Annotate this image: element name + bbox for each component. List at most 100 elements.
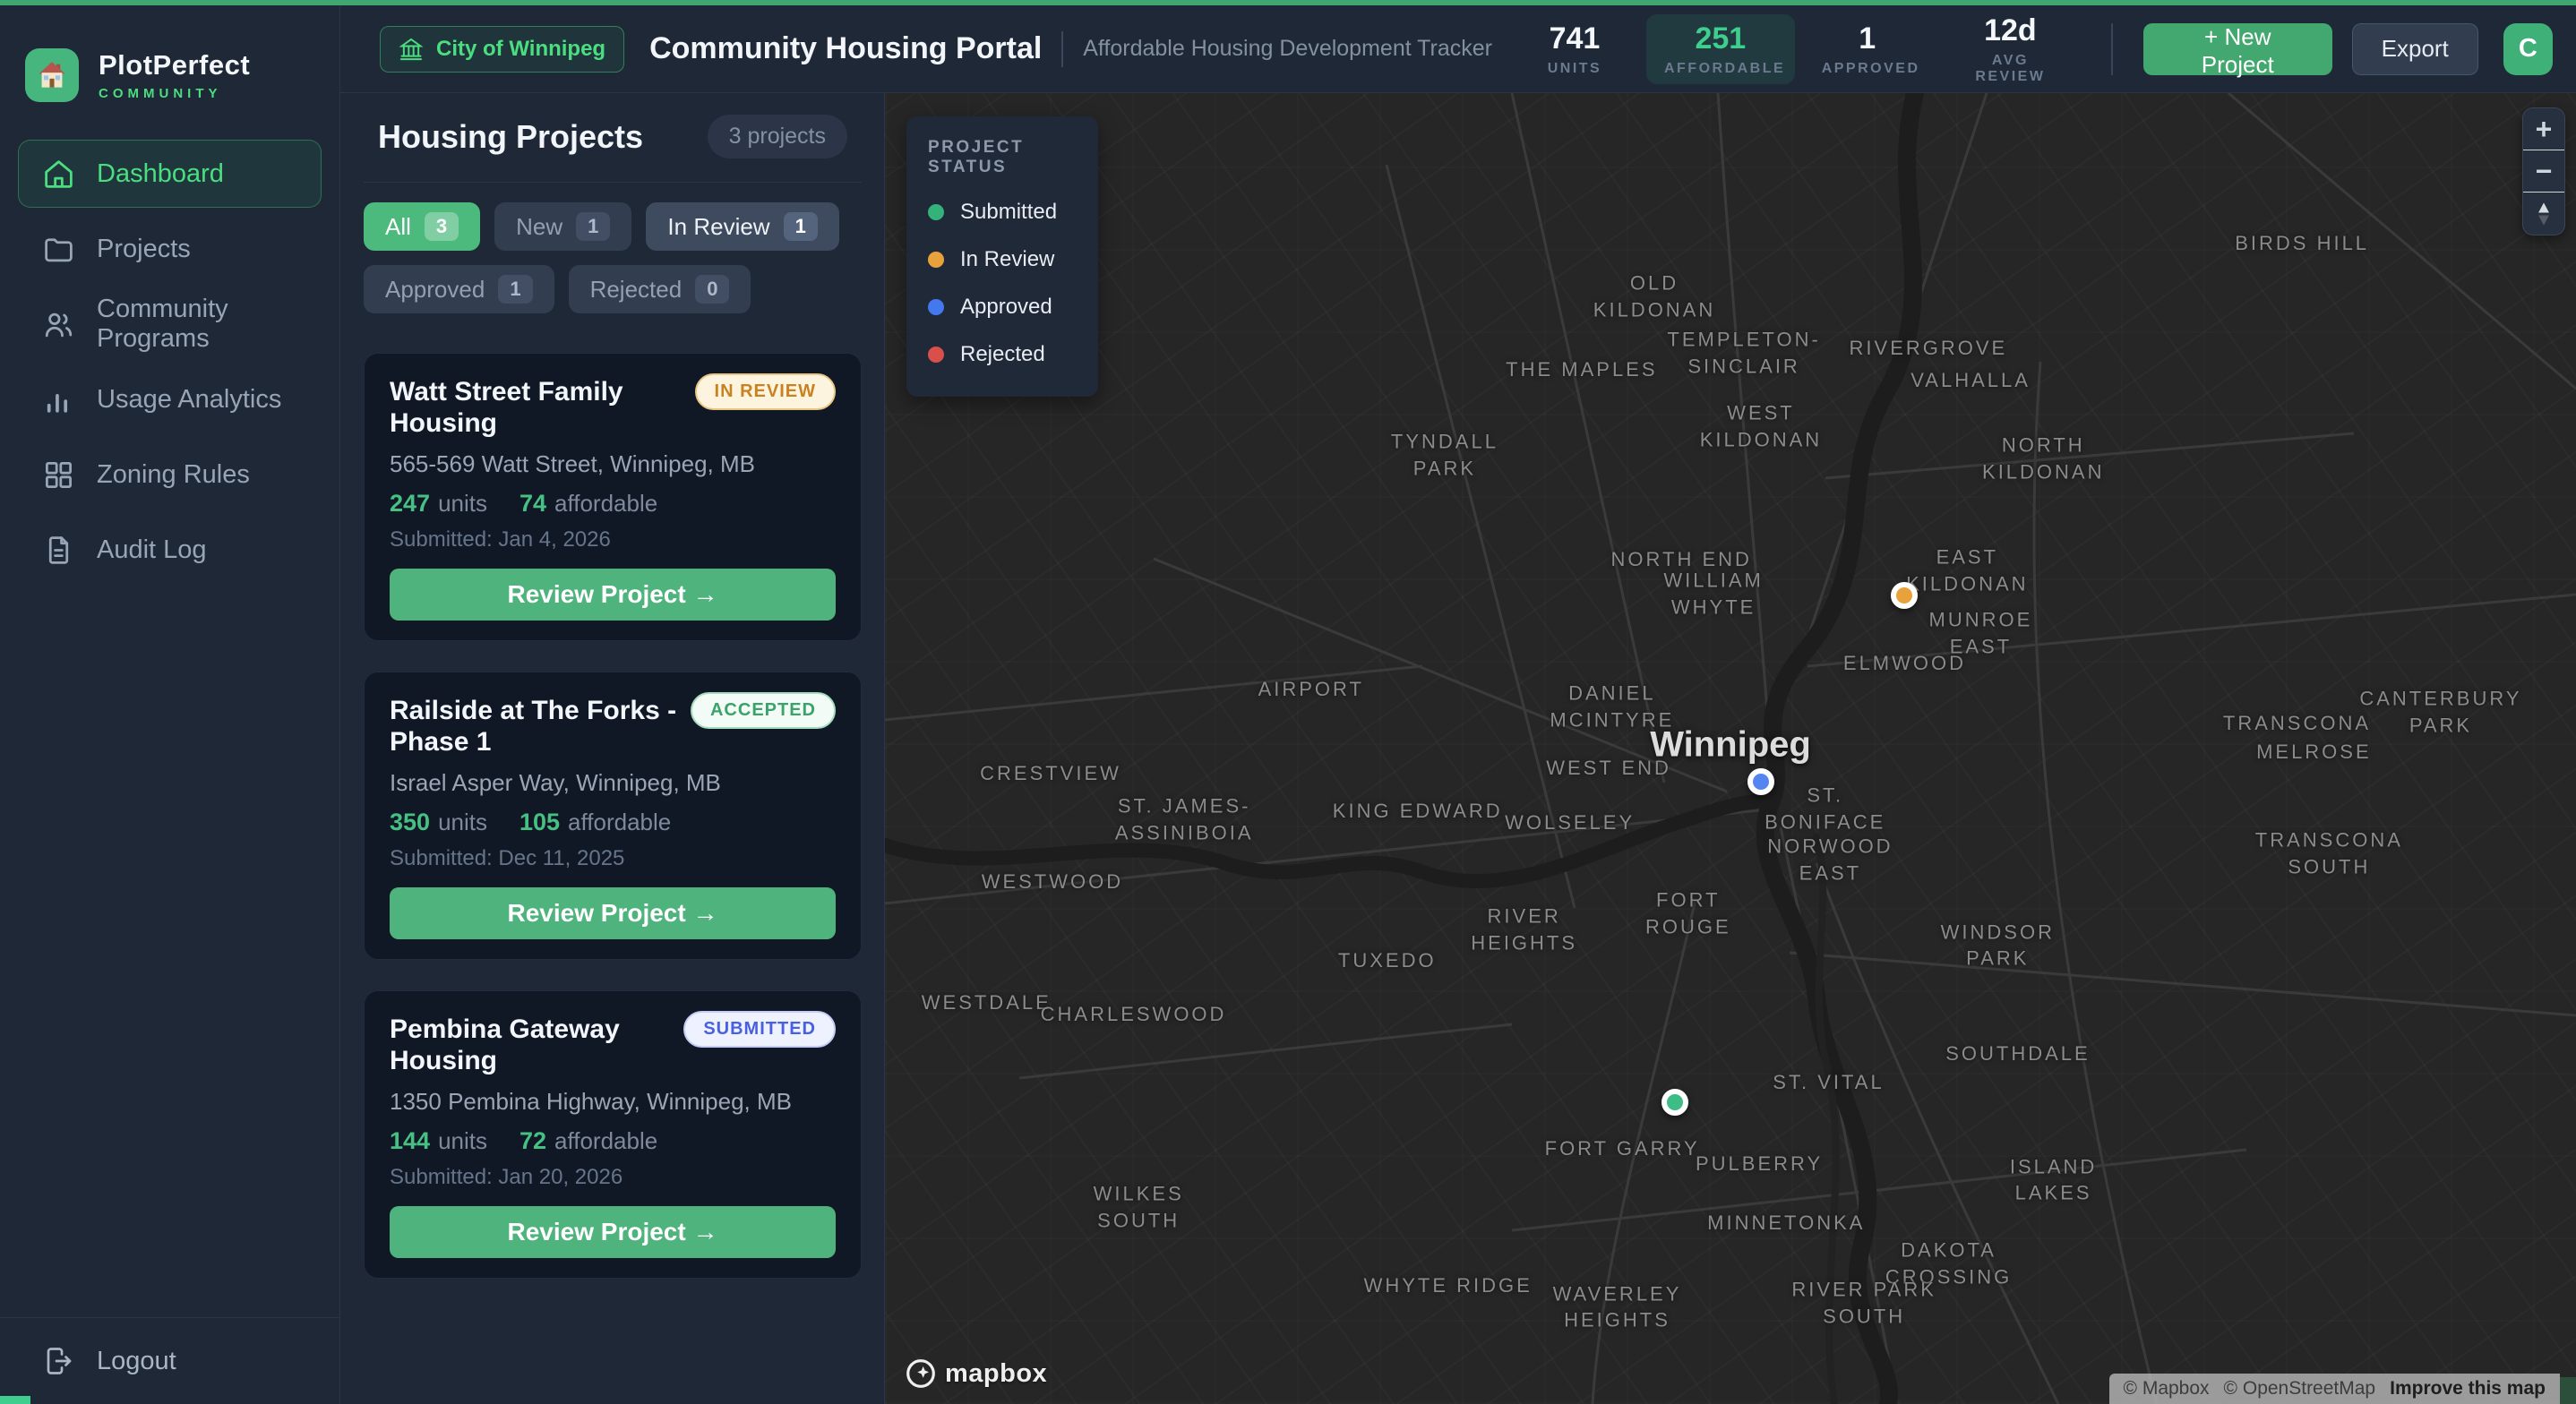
map-attribution: © Mapbox © OpenStreetMap Improve this ma… [2109, 1374, 2560, 1404]
mapbox-attribution-link[interactable]: © Mapbox [2124, 1378, 2210, 1400]
project-address: 565-569 Watt Street, Winnipeg, MB [390, 450, 836, 478]
osm-attribution-link[interactable]: © OpenStreetMap [2224, 1378, 2376, 1400]
approved-dot-icon [928, 299, 944, 315]
stat-label: AVG REVIEW [1958, 53, 2063, 85]
panel-title: Housing Projects [378, 118, 643, 156]
folder-icon [42, 233, 75, 266]
map-controls: + − [2522, 107, 2565, 235]
filter-approved[interactable]: Approved 1 [364, 265, 554, 313]
map-area-label: WEST KILDONAN [1700, 399, 1822, 452]
stat-label: AFFORDABLE [1664, 61, 1777, 77]
project-marker-approved[interactable] [1747, 768, 1774, 795]
app-window: PlotPerfect COMMUNITY Dashboard Projects [0, 0, 2576, 1404]
sidebar-item-projects[interactable]: Projects [18, 215, 322, 283]
home-icon [42, 158, 75, 191]
logout-button[interactable]: Logout [0, 1317, 339, 1404]
sidebar-item-label: Dashboard [97, 159, 224, 189]
map-area-label: MINNETONKA [1707, 1210, 1865, 1237]
mapbox-logo[interactable]: mapbox [905, 1357, 1047, 1390]
compass-button[interactable] [2523, 193, 2564, 235]
map-area-label: DAKOTA CROSSING [1885, 1237, 2012, 1290]
sidebar-item-dashboard[interactable]: Dashboard [18, 140, 322, 208]
sidebar-item-label: Projects [97, 235, 191, 264]
app-name: PlotPerfect [99, 49, 250, 81]
app-header: City of Winnipeg Community Housing Porta… [340, 5, 2576, 93]
map-area-label: TRANSCONA [2223, 710, 2371, 737]
sidebar-item-usage-analytics[interactable]: Usage Analytics [18, 365, 322, 433]
org-badge-label: City of Winnipeg [436, 37, 605, 62]
map-area-label: TEMPLETON- SINCLAIR [1667, 326, 1820, 379]
affordable-stat: 74affordable [519, 490, 657, 518]
filter-count: 1 [576, 212, 610, 241]
map-area-label: MUNROE EAST [1929, 606, 2033, 659]
status-filters: All 3 New 1 In Review 1 [364, 183, 862, 319]
map-area-label: TUXEDO [1338, 947, 1437, 974]
improve-this-map-link[interactable]: Improve this map [2390, 1378, 2546, 1400]
units-stat: 247units [390, 490, 487, 518]
project-name: Watt Street Family Housing [390, 373, 684, 439]
export-button[interactable]: Export [2352, 23, 2478, 75]
map-area-label: WILKES SOUTH [1094, 1181, 1184, 1234]
filter-in-review[interactable]: In Review 1 [646, 202, 838, 251]
project-card: Watt Street Family Housing IN REVIEW 565… [364, 353, 862, 641]
project-marker-submitted[interactable] [1662, 1089, 1688, 1116]
map-canvas[interactable]: BIRDS HILLOLD KILDONANTHE MAPLESTEMPLETO… [885, 93, 2576, 1404]
map-area-label: CHARLESWOOD [1041, 1001, 1227, 1028]
org-badge: City of Winnipeg [380, 26, 624, 73]
in-review-dot-icon [928, 252, 944, 268]
sidebar-item-community-programs[interactable]: Community Programs [18, 290, 322, 358]
filter-rejected[interactable]: Rejected 0 [569, 265, 751, 313]
review-project-button[interactable]: Review Project → [390, 1206, 836, 1258]
app-logo: PlotPerfect COMMUNITY [0, 5, 339, 140]
project-address: Israel Asper Way, Winnipeg, MB [390, 769, 836, 797]
legend-item-submitted: Submitted [928, 200, 1077, 225]
map-area-label: WESTWOOD [982, 869, 1123, 895]
legend-title: PROJECT STATUS [928, 138, 1077, 177]
sidebar-item-audit-log[interactable]: Audit Log [18, 516, 322, 584]
attribution-corner-accent [2560, 1377, 2576, 1404]
filter-all[interactable]: All 3 [364, 202, 480, 251]
map-area-label: CRESTVIEW [980, 760, 1121, 787]
header-divider [2111, 23, 2113, 75]
sidebar-item-zoning-rules[interactable]: Zoning Rules [18, 441, 322, 509]
user-avatar[interactable]: C [2503, 23, 2553, 75]
legend-item-approved: Approved [928, 295, 1077, 320]
review-project-button[interactable]: Review Project → [390, 887, 836, 939]
projects-count-badge: 3 projects [708, 115, 847, 158]
logout-label: Logout [97, 1347, 176, 1376]
government-building-icon [399, 37, 424, 62]
map-area-label: THE MAPLES [1506, 356, 1657, 383]
projects-panel: Housing Projects 3 projects All 3 New 1 [340, 93, 885, 1404]
map-area-label: WOLSELEY [1505, 810, 1635, 837]
mapbox-logo-icon [905, 1357, 937, 1390]
units-stat: 144units [390, 1127, 487, 1155]
map-area-label: ELMWOOD [1843, 650, 1966, 677]
house-logo-icon [25, 48, 79, 102]
stat-units: 741 UNITS [1512, 14, 1637, 84]
submitted-date: Submitted: Jan 4, 2026 [390, 527, 836, 552]
map-area-label: MELROSE [2256, 740, 2372, 766]
sidebar-item-label: Audit Log [97, 535, 207, 565]
project-name: Railside at The Forks - Phase 1 [390, 692, 680, 758]
review-project-button[interactable]: Review Project → [390, 569, 836, 621]
filter-count: 0 [695, 275, 729, 304]
stat-label: APPROVED [1822, 61, 1913, 77]
filter-count: 1 [784, 212, 818, 241]
map-area-label: TRANSCONA SOUTH [2255, 826, 2403, 879]
zoom-out-button[interactable]: − [2523, 150, 2564, 193]
title-divider [1061, 31, 1063, 67]
filter-count: 3 [425, 212, 459, 241]
map-area-label: TYNDALL PARK [1391, 428, 1498, 481]
map-area-label: ST. BONIFACE [1765, 783, 1885, 835]
new-project-button[interactable]: + New Project [2143, 23, 2332, 75]
zoom-in-button[interactable]: + [2523, 108, 2564, 150]
map-area-label: CANTERBURY PARK [2359, 685, 2521, 738]
sidebar: PlotPerfect COMMUNITY Dashboard Projects [0, 5, 340, 1404]
map-area-label: AIRPORT [1258, 676, 1364, 703]
document-icon [42, 534, 75, 567]
submitted-date: Submitted: Jan 20, 2026 [390, 1165, 836, 1190]
map-area-label: KING EDWARD [1333, 798, 1503, 825]
project-status-legend: PROJECT STATUS Submitted In Review Appro… [906, 116, 1098, 397]
filter-new[interactable]: New 1 [494, 202, 631, 251]
project-marker-in-review[interactable] [1891, 582, 1918, 609]
